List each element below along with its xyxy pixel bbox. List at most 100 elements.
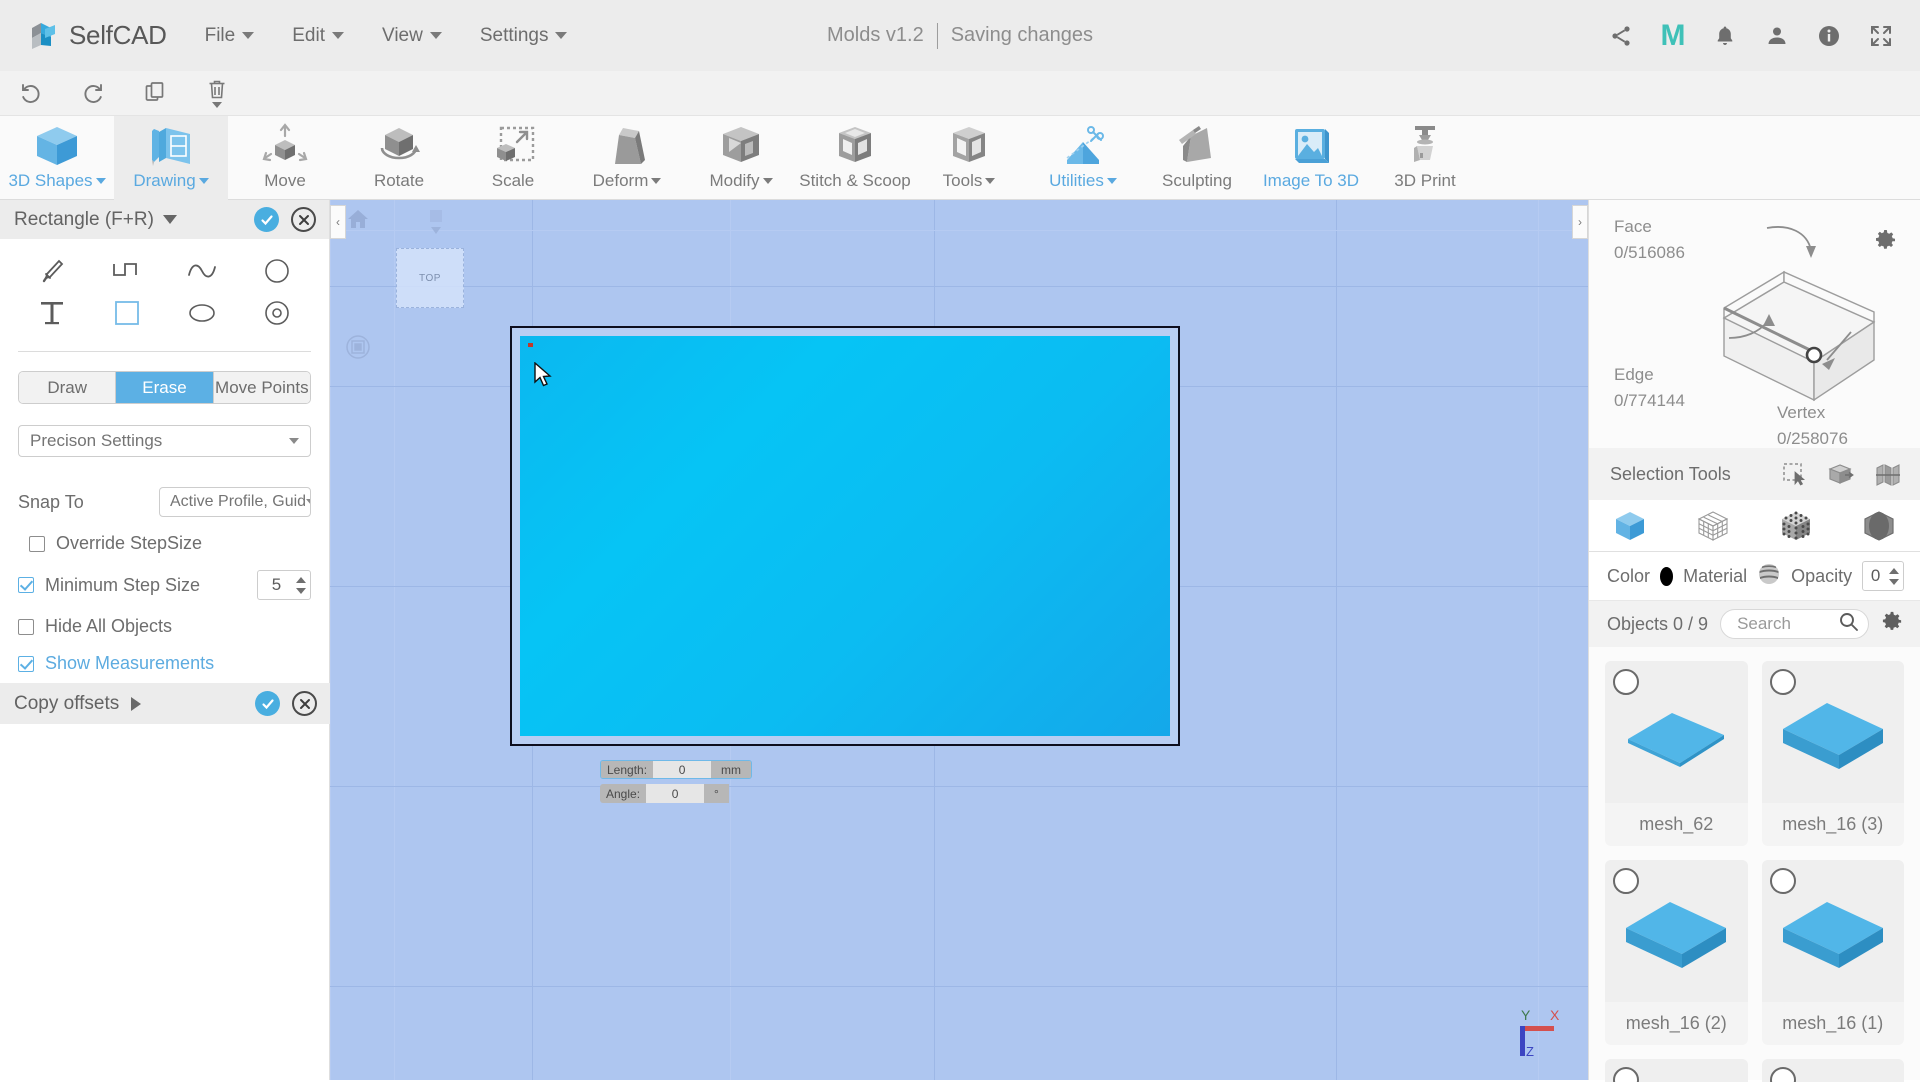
ribbon-drawing[interactable]: Drawing (114, 116, 228, 200)
copy-button[interactable] (124, 71, 186, 116)
material-sphere-icon[interactable] (1757, 562, 1781, 591)
gear-icon[interactable] (1881, 610, 1904, 638)
m-logo-icon[interactable]: M (1660, 20, 1686, 50)
stepper-down-icon[interactable] (1888, 578, 1899, 585)
collapse-left-panel-button[interactable]: ‹ (330, 205, 346, 239)
menu-edit[interactable]: Edit (292, 25, 344, 47)
menu-settings[interactable]: Settings (480, 25, 568, 47)
object-select-radio[interactable] (1769, 868, 1796, 894)
delete-button[interactable] (186, 71, 248, 116)
through-select-icon[interactable] (1874, 462, 1902, 486)
measurement-length-value[interactable]: 0 (653, 761, 712, 778)
circle-icon[interactable] (240, 251, 315, 291)
minimum-step-size-checkbox[interactable] (18, 577, 34, 593)
measurement-angle-value[interactable]: 0 (646, 784, 705, 803)
edge-info: Edge 0/774144 (1614, 362, 1685, 414)
object-select-radio[interactable] (1613, 669, 1639, 695)
measurement-angle-row[interactable]: Angle: 0 ° (600, 784, 752, 803)
object-card[interactable] (1761, 1059, 1904, 1082)
redo-button[interactable] (62, 71, 124, 116)
home-icon[interactable] (347, 208, 369, 235)
opacity-stepper[interactable]: 0 (1862, 561, 1904, 591)
ribbon-sculpting[interactable]: Sculpting (1140, 116, 1254, 200)
confirm-button[interactable] (254, 207, 279, 232)
ribbon-tools[interactable]: Tools (912, 116, 1026, 200)
mode-draw[interactable]: Draw (19, 372, 117, 403)
stepper-up-icon[interactable] (295, 576, 306, 583)
caret-down-icon[interactable] (162, 215, 177, 224)
object-mode-icon[interactable] (1589, 509, 1672, 543)
copy-offsets-confirm-button[interactable] (255, 691, 280, 716)
ribbon-modify[interactable]: Modify (684, 116, 798, 200)
show-measurements-checkbox[interactable] (18, 655, 34, 672)
shaded-mode-icon[interactable] (1837, 509, 1920, 543)
app-logo[interactable]: SelfCAD (29, 20, 167, 52)
object-select-radio[interactable] (1613, 868, 1639, 894)
axis-y-label: Y (1521, 1007, 1531, 1023)
ribbon-deform[interactable]: Deform (570, 116, 684, 200)
ring-icon[interactable] (240, 293, 315, 333)
object-card[interactable] (1605, 1059, 1748, 1082)
mode-erase[interactable]: Erase (116, 372, 214, 403)
person-icon[interactable] (1764, 23, 1790, 49)
top-plane-widget[interactable]: TOP (396, 248, 464, 308)
hide-all-objects-checkbox[interactable] (18, 618, 34, 635)
rectangle-select-icon[interactable] (1782, 462, 1808, 486)
cancel-button[interactable] (291, 207, 316, 232)
vertex-mode-icon[interactable] (1755, 509, 1838, 543)
document-title: Molds v1.2 (826, 24, 924, 46)
bell-icon[interactable] (1712, 23, 1738, 49)
text-t-icon[interactable] (14, 293, 89, 333)
expand-right-icon[interactable] (131, 696, 142, 711)
anchor-handle[interactable] (430, 210, 442, 222)
ribbon-scale[interactable]: Scale (456, 116, 570, 200)
precision-settings-select[interactable]: Precison Settings (18, 425, 311, 457)
ribbon-rotate[interactable]: Rotate (342, 116, 456, 200)
ribbon-utilities[interactable]: Utilities (1026, 116, 1140, 200)
measurement-length-row[interactable]: Length: 0 mm (600, 760, 753, 779)
collapse-right-panel-button[interactable]: › (1572, 205, 1588, 239)
menu-file[interactable]: File (205, 25, 255, 47)
fullscreen-icon[interactable] (1868, 23, 1894, 49)
ribbon-stitch-scoop[interactable]: Stitch & Scoop (798, 116, 912, 200)
left-panel-actions (254, 207, 329, 232)
info-icon[interactable] (1816, 23, 1842, 49)
viewport-canvas[interactable]: TOP Length: 0 mm Angle: 0 ° X Y Z (330, 200, 1588, 1080)
ribbon-image-to-3d[interactable]: Image To 3D (1254, 116, 1368, 200)
object-card[interactable]: mesh_16 (1) (1761, 860, 1904, 1045)
minimum-step-size-stepper[interactable]: 5 (257, 570, 311, 600)
wireframe-mode-icon[interactable] (1672, 509, 1755, 543)
quick-toolbar (0, 71, 1920, 116)
override-stepsize-checkbox[interactable] (29, 535, 45, 552)
polyline-icon[interactable] (89, 251, 164, 291)
rectangle-icon[interactable] (89, 293, 164, 333)
ribbon-3d-print[interactable]: 3D Print (1368, 116, 1482, 200)
stepper-down-icon[interactable] (295, 587, 306, 594)
drawn-rectangle-shape[interactable] (510, 326, 1180, 746)
object-card[interactable]: mesh_16 (3) (1761, 661, 1904, 846)
opacity-value: 0 (1870, 566, 1881, 585)
undo-button[interactable] (0, 71, 62, 116)
share-icon[interactable] (1608, 23, 1634, 49)
box-select-icon[interactable] (1827, 462, 1855, 486)
copy-offsets-cancel-button[interactable] (292, 691, 317, 716)
object-select-radio[interactable] (1769, 669, 1796, 695)
brush-icon[interactable] (14, 251, 89, 291)
modify-icon (715, 122, 767, 170)
mode-move-points[interactable]: Move Points (213, 372, 310, 403)
chevron-down-icon (306, 499, 310, 505)
stepper-up-icon[interactable] (1888, 567, 1899, 574)
ribbon-3d-shapes[interactable]: 3D Shapes (0, 116, 114, 200)
curve-icon[interactable] (165, 251, 240, 291)
color-swatch[interactable] (1660, 566, 1674, 586)
object-card[interactable]: mesh_62 (1605, 661, 1748, 846)
nav-cube-icon[interactable] (345, 334, 371, 365)
grid-line (330, 200, 331, 1080)
anchor-caret-icon[interactable] (431, 227, 441, 234)
object-card[interactable]: mesh_16 (2) (1605, 860, 1748, 1045)
menu-view[interactable]: View (382, 25, 442, 47)
ellipse-icon[interactable] (165, 293, 240, 333)
ribbon-move[interactable]: Move (228, 116, 342, 200)
snap-to-select[interactable]: Active Profile, Guid (159, 487, 311, 517)
objects-search-input[interactable]: Search (1720, 609, 1869, 639)
